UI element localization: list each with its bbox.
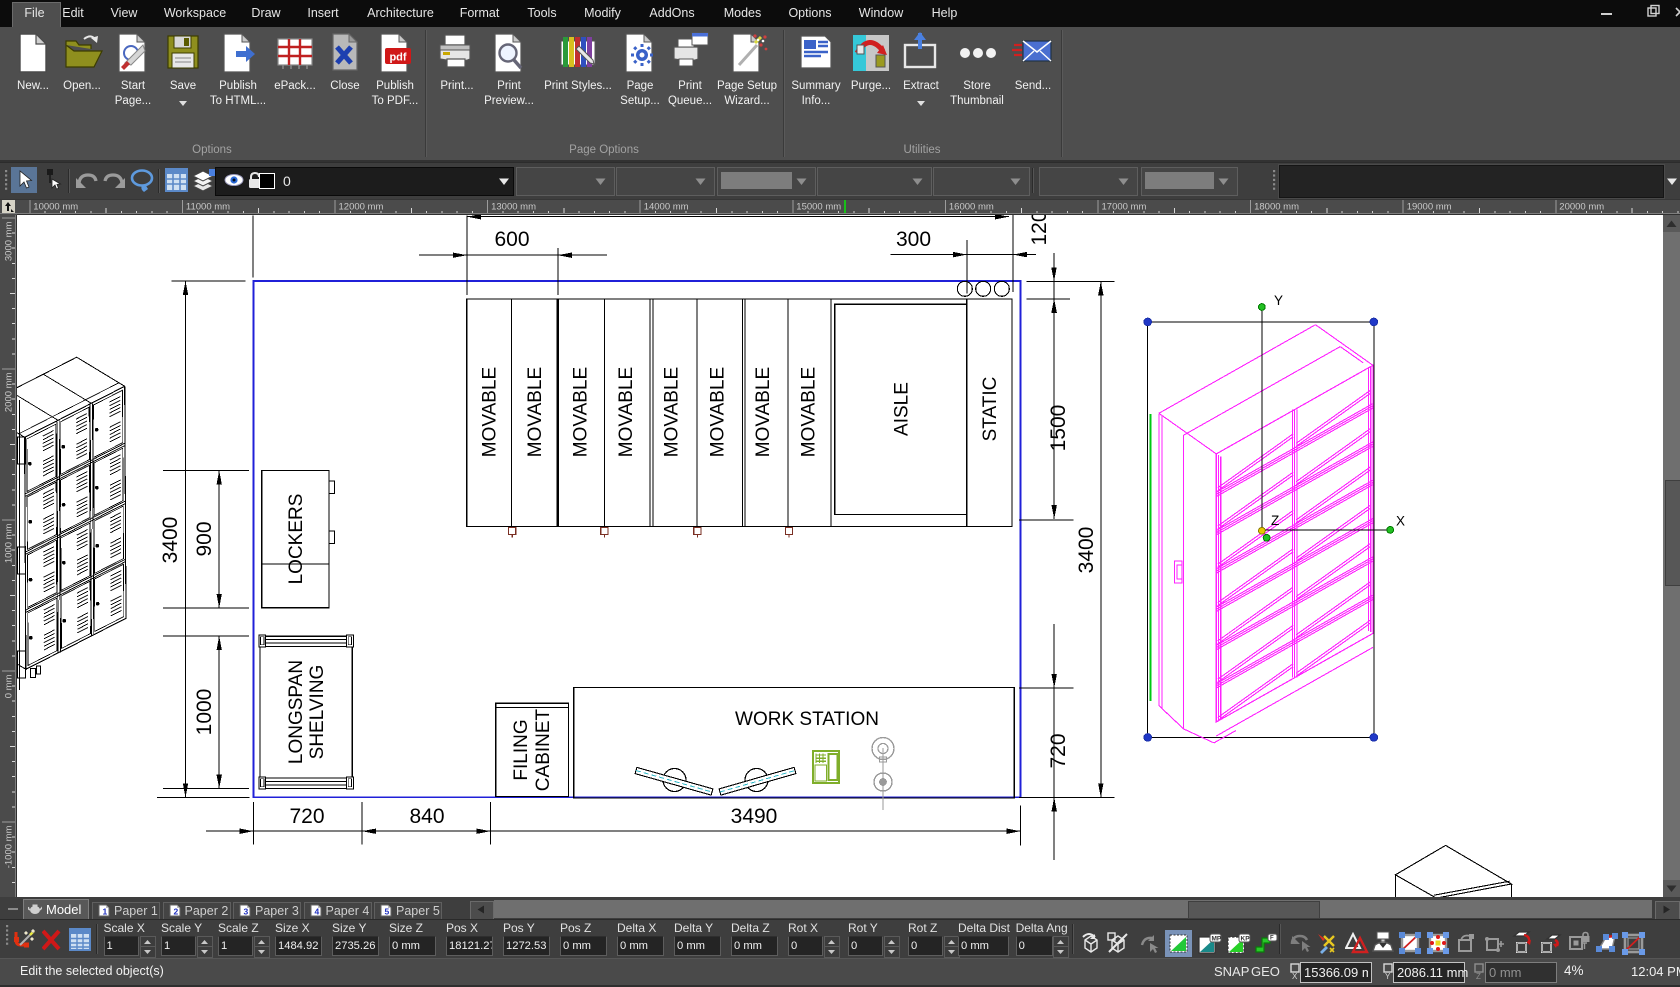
svg-text:WORK STATION: WORK STATION xyxy=(735,709,879,730)
svg-text:X: X xyxy=(1396,514,1405,529)
svg-text:18000 mm: 18000 mm xyxy=(1254,202,1299,213)
svg-text:LONGSPAN: LONGSPAN xyxy=(286,660,307,764)
svg-text:STATIC: STATIC xyxy=(980,377,1001,442)
svg-text:300: 300 xyxy=(896,228,931,251)
svg-text:MP: MP xyxy=(1212,936,1222,943)
svg-text:10000 mm: 10000 mm xyxy=(33,202,78,213)
svg-text:5: 5 xyxy=(385,907,390,917)
svg-text:17000 mm: 17000 mm xyxy=(1102,202,1147,213)
svg-text:FILING: FILING xyxy=(511,719,532,780)
svg-text:13000 mm: 13000 mm xyxy=(491,202,536,213)
svg-text:3000 mm: 3000 mm xyxy=(4,221,15,261)
svg-text:MOVABLE: MOVABLE xyxy=(707,367,728,457)
svg-text:F: F xyxy=(1270,936,1274,942)
svg-text:14000 mm: 14000 mm xyxy=(644,202,689,213)
svg-text:CABINET: CABINET xyxy=(533,708,554,791)
svg-text:MOVABLE: MOVABLE xyxy=(480,367,501,457)
svg-text:AISLE: AISLE xyxy=(892,382,913,436)
svg-text:3400: 3400 xyxy=(1075,527,1098,574)
svg-text:2000 mm: 2000 mm xyxy=(4,372,15,412)
svg-text:Z: Z xyxy=(1476,972,1481,980)
svg-text:MOVABLE: MOVABLE xyxy=(616,367,637,457)
svg-text:2: 2 xyxy=(173,907,178,917)
svg-text:MOVABLE: MOVABLE xyxy=(571,367,592,457)
svg-text:720: 720 xyxy=(289,805,324,828)
svg-text:15000 mm: 15000 mm xyxy=(796,202,841,213)
svg-text:1000: 1000 xyxy=(193,689,216,736)
svg-text:3400: 3400 xyxy=(159,517,182,564)
svg-text:1000 mm: 1000 mm xyxy=(4,523,15,563)
svg-text:120: 120 xyxy=(1028,215,1051,246)
svg-text:12000 mm: 12000 mm xyxy=(339,202,384,213)
svg-text:X: X xyxy=(1292,972,1298,980)
svg-text:600: 600 xyxy=(494,228,529,251)
svg-text:3: 3 xyxy=(244,907,249,917)
svg-text:19000 mm: 19000 mm xyxy=(1407,202,1452,213)
svg-text:LOCKERS: LOCKERS xyxy=(286,494,307,585)
svg-text:840: 840 xyxy=(409,805,444,828)
svg-text:-1000 mm: -1000 mm xyxy=(4,825,15,868)
svg-text:Z: Z xyxy=(1271,513,1279,528)
svg-text:Y: Y xyxy=(1385,972,1391,980)
svg-text:720: 720 xyxy=(1047,733,1070,768)
svg-text:20000 mm: 20000 mm xyxy=(1559,202,1604,213)
svg-text:Y: Y xyxy=(1274,293,1283,308)
svg-text:pdf: pdf xyxy=(389,52,406,64)
svg-text:MOVABLE: MOVABLE xyxy=(798,367,819,457)
svg-text:1: 1 xyxy=(103,907,108,917)
svg-text:MOVABLE: MOVABLE xyxy=(525,367,546,457)
svg-text:MOVABLE: MOVABLE xyxy=(753,367,774,457)
svg-text:16000 mm: 16000 mm xyxy=(949,202,994,213)
svg-text:SHELVING: SHELVING xyxy=(307,665,328,760)
svg-text:11000 mm: 11000 mm xyxy=(186,202,230,213)
svg-text:4: 4 xyxy=(314,907,319,917)
svg-text:900: 900 xyxy=(193,521,216,556)
svg-text:3490: 3490 xyxy=(731,805,778,828)
svg-text:KP: KP xyxy=(1241,936,1251,943)
svg-text:MOVABLE: MOVABLE xyxy=(662,367,683,457)
svg-text:1500: 1500 xyxy=(1047,405,1070,452)
